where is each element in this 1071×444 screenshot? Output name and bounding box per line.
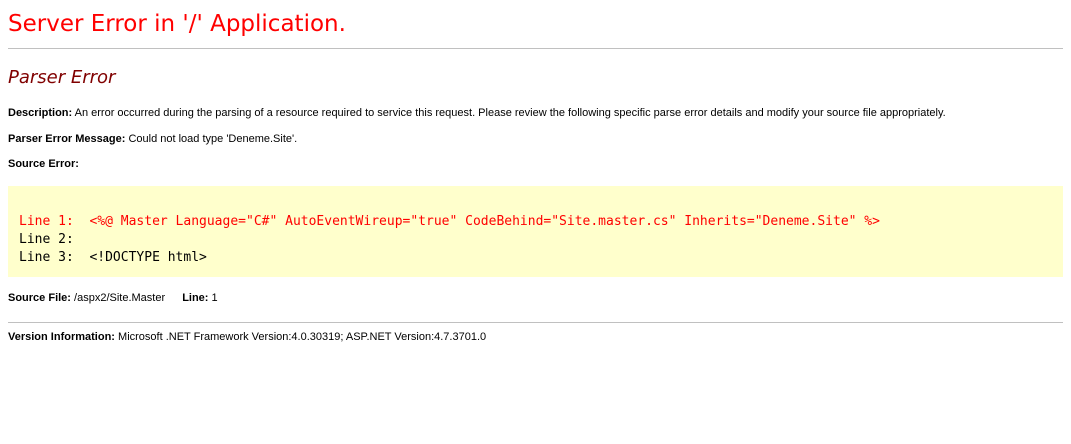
code-line-1: Line 1: <%@ Master Language="C#" AutoEve… bbox=[19, 213, 1063, 231]
parser-error-message-label: Parser Error Message: bbox=[8, 133, 126, 145]
page-title: Server Error in '/' Application. bbox=[8, 11, 346, 37]
error-subtitle: Parser Error bbox=[8, 67, 116, 88]
source-file-label: Source File: bbox=[8, 292, 71, 304]
source-line-label: Line: bbox=[182, 292, 209, 304]
source-error-label: Source Error: bbox=[8, 158, 79, 170]
parser-error-message: Parser Error Message: Could not load typ… bbox=[8, 120, 1063, 146]
version-label: Version Information: bbox=[8, 331, 115, 343]
error-page: Server Error in '/' Application. Parser … bbox=[0, 0, 1071, 344]
source-code-block: Line 1: <%@ Master Language="C#" AutoEve… bbox=[8, 186, 1063, 277]
code-line-3-prefix: Line 3: bbox=[19, 250, 74, 265]
version-information: Version Information: Microsoft .NET Fram… bbox=[8, 323, 1063, 344]
source-error-heading: Source Error: bbox=[8, 146, 1063, 171]
source-file-path: /aspx2/Site.Master bbox=[74, 292, 166, 304]
code-line-3: Line 3: <!DOCTYPE html> bbox=[19, 249, 1063, 267]
source-file-info: Source File: /aspx2/Site.Master Line: 1 bbox=[8, 277, 1063, 305]
parser-error-message-text: Could not load type 'Deneme.Site'. bbox=[128, 133, 298, 145]
description-text: An error occurred during the parsing of … bbox=[74, 107, 946, 119]
description: Description: An error occurred during th… bbox=[8, 90, 1063, 120]
code-line-1-prefix: Line 1: bbox=[19, 214, 74, 229]
code-line-2: Line 2: bbox=[19, 231, 1063, 249]
source-line-value: 1 bbox=[211, 292, 218, 304]
code-line-1-code: <%@ Master Language="C#" AutoEventWireup… bbox=[89, 214, 880, 229]
code-line-3-code: <!DOCTYPE html> bbox=[89, 250, 207, 265]
version-text: Microsoft .NET Framework Version:4.0.303… bbox=[118, 331, 487, 343]
code-line-2-prefix: Line 2: bbox=[19, 232, 74, 247]
description-label: Description: bbox=[8, 107, 73, 119]
